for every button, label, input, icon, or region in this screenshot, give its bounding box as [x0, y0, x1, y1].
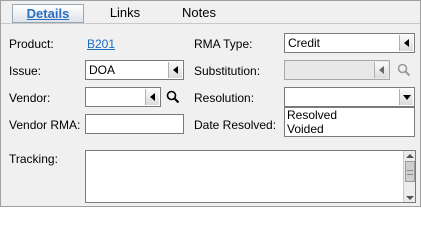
rma-type-value: Credit: [288, 36, 321, 50]
scroll-down-button[interactable]: [405, 193, 415, 202]
issue-select[interactable]: DOA: [85, 60, 184, 80]
substitution-label: Substitution:: [194, 64, 261, 78]
vendor-rma-input[interactable]: [85, 114, 184, 134]
resolution-option-voided[interactable]: Voided: [285, 122, 414, 136]
product-link[interactable]: B201: [87, 37, 115, 51]
rma-type-label: RMA Type:: [194, 37, 253, 51]
search-icon[interactable]: [166, 90, 180, 104]
tracking-textarea[interactable]: [85, 150, 416, 203]
issue-picker-button[interactable]: [168, 62, 182, 78]
product-label: Product:: [9, 37, 54, 51]
rma-details-panel: Details Links Notes Product: B201 Issue:…: [0, 0, 421, 207]
chevron-left-icon: [379, 66, 384, 74]
issue-label: Issue:: [9, 64, 42, 78]
vendor-label: Vendor:: [9, 91, 51, 105]
rma-type-picker-button[interactable]: [399, 35, 413, 51]
vendor-select[interactable]: [85, 87, 161, 107]
substitution-select: [284, 60, 390, 80]
tracking-label: Tracking:: [9, 152, 58, 166]
chevron-left-icon: [404, 39, 409, 47]
substitution-picker-button: [374, 62, 388, 78]
scroll-up-button[interactable]: [405, 151, 415, 160]
chevron-left-icon: [173, 66, 178, 74]
tab-details[interactable]: Details: [12, 4, 84, 23]
vendor-picker-button[interactable]: [145, 89, 159, 105]
date-resolved-label: Date Resolved:: [194, 118, 277, 132]
resolution-label: Resolution:: [194, 91, 255, 105]
tab-divider: [1, 23, 420, 24]
search-icon: [397, 63, 411, 77]
vendor-rma-label: Vendor RMA:: [9, 118, 81, 132]
scroll-thumb[interactable]: [405, 161, 415, 182]
chevron-down-icon: [406, 195, 414, 200]
tracking-scrollbar[interactable]: [403, 151, 415, 202]
tab-links[interactable]: Links: [99, 4, 151, 23]
chevron-up-icon: [406, 153, 414, 158]
resolution-dropdown-button[interactable]: [399, 89, 413, 105]
tab-notes[interactable]: Notes: [171, 4, 227, 23]
issue-value: DOA: [89, 63, 116, 77]
resolution-option-resolved[interactable]: Resolved: [285, 108, 414, 122]
resolution-select[interactable]: [284, 87, 415, 107]
resolution-dropdown-list: Resolved Voided: [284, 107, 415, 137]
chevron-down-icon: [402, 94, 411, 100]
rma-type-select[interactable]: Credit: [284, 33, 415, 53]
chevron-left-icon: [150, 93, 155, 101]
